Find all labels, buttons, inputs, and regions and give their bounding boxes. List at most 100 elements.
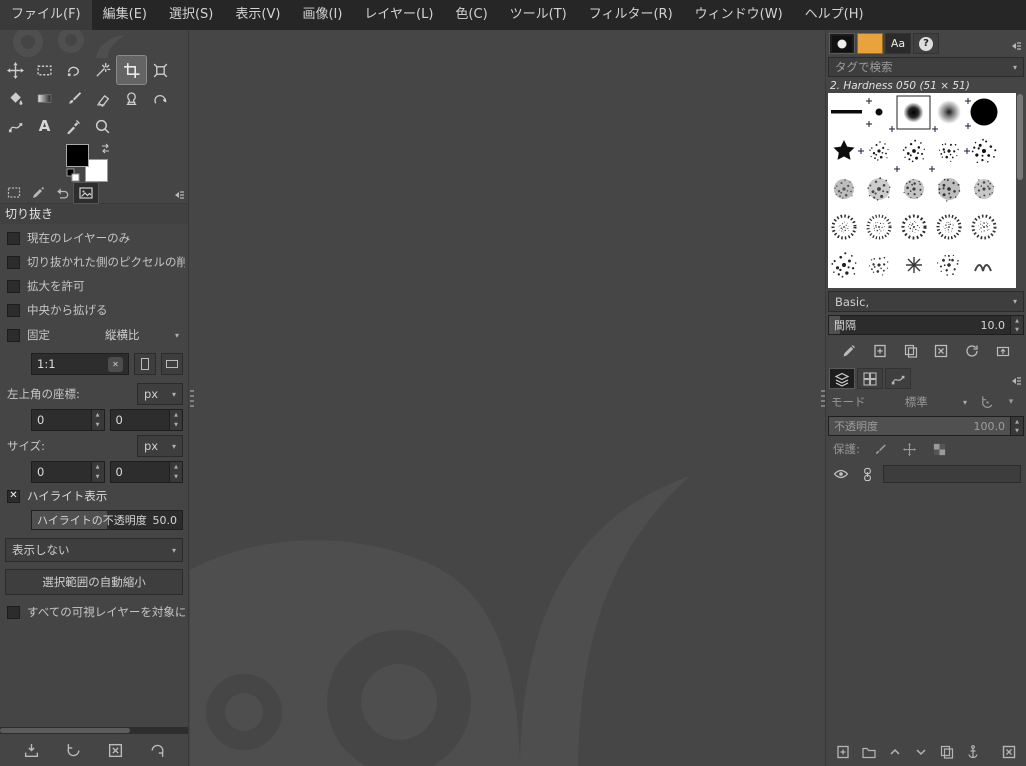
delete-cropped-pixels-checkbox[interactable] — [7, 255, 20, 269]
swap-colors-icon[interactable] — [99, 142, 112, 155]
save-presets-button[interactable] — [19, 738, 43, 762]
visibility-toggle[interactable] — [831, 464, 851, 484]
position-x-spinner[interactable]: 0 ▲ ▼ — [31, 409, 105, 431]
left-pane-resize-grip[interactable] — [190, 390, 194, 408]
scrollbar-thumb[interactable] — [0, 728, 130, 733]
left-dock-menu-button[interactable] — [169, 187, 186, 203]
new-layer-button[interactable] — [835, 740, 851, 764]
smudge-tool-button[interactable] — [146, 84, 175, 112]
expand-from-center-checkbox[interactable] — [7, 303, 20, 317]
anchor-layer-button[interactable] — [965, 740, 981, 764]
menu-view[interactable]: 表示(V) — [224, 0, 291, 30]
auto-shrink-button[interactable]: 選択範囲の自動縮小 — [5, 569, 183, 595]
channels-tab[interactable] — [857, 368, 883, 389]
menu-tools[interactable]: ツール(T) — [499, 0, 578, 30]
delete-layer-button[interactable] — [1001, 740, 1017, 764]
brushes-dock-menu-button[interactable] — [1006, 38, 1023, 54]
allow-growing-checkbox[interactable] — [7, 279, 20, 293]
device-status-tab[interactable] — [26, 183, 50, 203]
current-layer-only-checkbox[interactable] — [7, 231, 20, 245]
spinner-arrows[interactable]: ▲ ▼ — [90, 410, 104, 430]
opacity-spinner[interactable]: ▲ ▼ — [1011, 416, 1024, 436]
highlight-checkbox[interactable]: ✕ — [7, 489, 20, 503]
rectangle-select-tool-button[interactable] — [30, 56, 59, 84]
layer-mode-dropdown[interactable]: 標準 ▾ — [870, 391, 974, 413]
lock-pixels-button[interactable] — [870, 439, 890, 459]
menu-edit[interactable]: 編集(E) — [92, 0, 158, 30]
spinner-arrows[interactable]: ▲ ▼ — [169, 410, 182, 430]
landscape-orientation-button[interactable] — [161, 353, 183, 375]
brush-grid[interactable] — [828, 93, 1024, 288]
clear-icon[interactable]: ✕ — [108, 356, 123, 372]
size-width-spinner[interactable]: 0 ▲ ▼ — [31, 461, 105, 483]
move-tool-button[interactable] — [1, 56, 30, 84]
refresh-brushes-button[interactable] — [960, 339, 984, 363]
text-tool-button[interactable]: A — [30, 112, 59, 140]
sample-merged-checkbox[interactable] — [7, 605, 20, 619]
duplicate-layer-button[interactable] — [939, 740, 955, 764]
spinner-arrows[interactable]: ▲ ▼ — [90, 462, 104, 482]
lower-layer-button[interactable] — [913, 740, 929, 764]
zoom-tool-button[interactable] — [88, 112, 117, 140]
default-colors-icon[interactable] — [66, 168, 80, 182]
fixed-type-dropdown[interactable]: 縦横比 ▾ — [99, 324, 185, 346]
open-brush-as-image-button[interactable] — [991, 339, 1015, 363]
layer-filter-input[interactable] — [883, 465, 1021, 483]
menu-image[interactable]: 画像(I) — [291, 0, 353, 30]
menu-layer[interactable]: レイヤー(L) — [353, 0, 444, 30]
size-unit-dropdown[interactable]: px ▾ — [137, 435, 183, 457]
brushes-tab[interactable] — [829, 33, 855, 54]
aspect-ratio-input[interactable]: 1:1 ✕ — [31, 353, 129, 375]
transform-tool-button[interactable] — [146, 56, 175, 84]
brush-grid-scrollbar[interactable] — [1016, 93, 1024, 288]
edit-brush-button[interactable] — [837, 339, 861, 363]
spinner-arrows[interactable]: ▲ ▼ — [169, 462, 182, 482]
duplicate-brush-button[interactable] — [899, 339, 923, 363]
canvas[interactable] — [190, 30, 825, 766]
paths-tool-button[interactable] — [1, 112, 30, 140]
new-brush-button[interactable] — [868, 339, 892, 363]
undo-history-tab[interactable] — [50, 183, 74, 203]
menu-select[interactable]: 選択(S) — [158, 0, 224, 30]
link-toggle[interactable] — [857, 464, 877, 484]
restore-presets-button[interactable] — [61, 738, 85, 762]
crop-tool-button[interactable] — [116, 55, 147, 85]
mode-menu-button[interactable]: ▾ — [1001, 392, 1021, 412]
foreground-color-swatch[interactable] — [66, 144, 89, 167]
brush-spacing-slider[interactable]: 間隔 10.0 — [828, 315, 1011, 335]
menu-file[interactable]: ファイル(F) — [0, 0, 92, 30]
patterns-tab[interactable] — [857, 33, 883, 54]
menu-filters[interactable]: フィルター(R) — [578, 0, 684, 30]
lock-alpha-button[interactable] — [930, 439, 950, 459]
fuzzy-select-tool-button[interactable] — [88, 56, 117, 84]
menu-colors[interactable]: 色(C) — [444, 0, 498, 30]
delete-brush-button[interactable] — [929, 339, 953, 363]
guides-dropdown[interactable]: 表示しない ▾ — [5, 538, 183, 562]
layer-opacity-slider[interactable]: 不透明度 100.0 — [828, 416, 1011, 436]
color-picker-tool-button[interactable] — [59, 112, 88, 140]
brush-group-dropdown[interactable]: Basic, ▾ — [828, 291, 1024, 312]
paintbrush-tool-button[interactable] — [59, 84, 88, 112]
reset-options-button[interactable] — [145, 738, 169, 762]
fixed-checkbox[interactable] — [7, 328, 20, 342]
fonts-tab[interactable]: Aa — [885, 33, 911, 54]
layers-tab[interactable] — [829, 368, 855, 389]
images-tab[interactable] — [73, 182, 99, 204]
delete-presets-button[interactable] — [103, 738, 127, 762]
new-layer-group-button[interactable] — [861, 740, 877, 764]
raise-layer-button[interactable] — [887, 740, 903, 764]
position-y-spinner[interactable]: 0 ▲ ▼ — [109, 409, 183, 431]
position-unit-dropdown[interactable]: px ▾ — [137, 383, 183, 405]
free-select-tool-button[interactable] — [59, 56, 88, 84]
tool-options-tab[interactable] — [2, 183, 26, 203]
portrait-orientation-button[interactable] — [134, 353, 156, 375]
menu-help[interactable]: ヘルプ(H) — [794, 0, 875, 30]
spacing-spinner[interactable]: ▲ ▼ — [1011, 315, 1024, 335]
layers-dock-menu-button[interactable] — [1006, 373, 1023, 389]
lock-position-button[interactable] — [900, 439, 920, 459]
brush-tag-search-dropdown[interactable]: タグで検索 ▾ — [828, 57, 1024, 77]
bucket-fill-tool-button[interactable] — [1, 84, 30, 112]
gradient-tool-button[interactable] — [30, 84, 59, 112]
mode-switch-button[interactable] — [977, 392, 997, 412]
clone-tool-button[interactable] — [117, 84, 146, 112]
